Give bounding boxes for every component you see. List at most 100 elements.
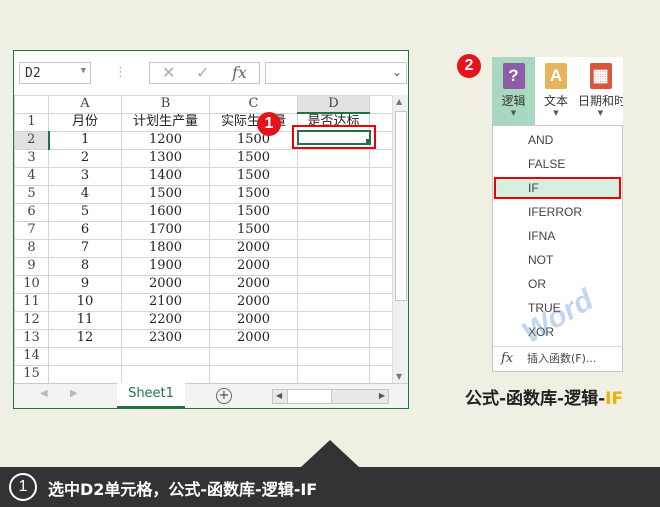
cell-d[interactable] [297,256,370,276]
scroll-thumb[interactable] [287,390,332,403]
cell-e[interactable] [369,238,393,258]
cancel-icon[interactable]: ✕ [162,63,175,82]
cell-e[interactable] [369,328,393,348]
cell-c[interactable]: 1500 [209,148,298,168]
cell-b[interactable]: 1900 [121,256,210,276]
cell-c[interactable]: 1500 [209,166,298,186]
cell-a[interactable]: 4 [48,184,122,204]
cell-d[interactable] [297,184,370,204]
cell-c[interactable]: 2000 [209,274,298,294]
cell-d[interactable] [297,346,370,366]
menu-item-not[interactable]: NOT [494,249,621,271]
cell-b[interactable]: 2000 [121,274,210,294]
cell-e[interactable] [369,148,393,168]
row-header[interactable]: 7 [14,220,49,240]
cell-b[interactable]: 1200 [121,130,210,150]
row-header[interactable]: 6 [14,202,49,222]
cell-d[interactable] [297,202,370,222]
cell-e[interactable] [369,256,393,276]
cell-a[interactable]: 3 [48,166,122,186]
cell-c[interactable]: 2000 [209,328,298,348]
row-header[interactable]: 9 [14,256,49,276]
cell-c[interactable]: 2000 [209,256,298,276]
cell-c[interactable]: 2000 [209,310,298,330]
menu-item-if[interactable]: IF [494,177,621,199]
cell-d[interactable] [297,328,370,348]
insert-function-item[interactable]: fx 插入函数(F)... [493,346,622,372]
prev-sheet-icon[interactable]: ◀ [40,388,48,399]
cell-e[interactable] [369,274,393,294]
chevron-down-icon[interactable]: ⌄ [392,65,402,79]
row-header[interactable]: 10 [14,274,49,294]
fill-handle[interactable] [366,139,371,144]
text-button[interactable]: A 文本 ▼ [536,57,576,125]
menu-item-iferror[interactable]: IFERROR [494,201,621,223]
cell-e[interactable] [369,346,393,366]
cell-c[interactable]: 1500 [209,130,298,150]
cell-c[interactable]: 1500 [209,220,298,240]
row-header[interactable]: 14 [14,346,49,366]
column-header-c[interactable]: C [209,95,298,114]
cell-d[interactable] [297,310,370,330]
cell-a[interactable]: 2 [48,148,122,168]
selected-cell-d2-highlight[interactable] [292,125,376,149]
cell-a[interactable] [48,346,122,366]
menu-item-and[interactable]: AND [494,129,621,151]
cell-b[interactable] [121,346,210,366]
row-header[interactable]: 8 [14,238,49,258]
scroll-thumb[interactable] [395,111,407,301]
row-header[interactable]: 12 [14,310,49,330]
cell-a[interactable]: 5 [48,202,122,222]
cell-d[interactable] [297,220,370,240]
cell-b[interactable]: 1700 [121,220,210,240]
cell-d[interactable] [297,238,370,258]
cell-c[interactable]: 实际生产量 [209,112,298,132]
name-box[interactable]: D2 ▼ [19,62,91,84]
tab-sheet1[interactable]: Sheet1 [117,383,185,408]
scroll-left-icon[interactable]: ◀ [276,391,282,400]
row-header[interactable]: 3 [14,148,49,168]
horizontal-scrollbar[interactable]: ◀ ▶ [272,389,389,404]
cell-d[interactable] [297,274,370,294]
date-time-button[interactable]: ▦ 日期和时 ▼ [578,57,623,125]
formula-input[interactable]: ⌄ [265,62,407,84]
menu-item-false[interactable]: FALSE [494,153,621,175]
column-header-b[interactable]: B [121,95,210,114]
cell-a[interactable]: 8 [48,256,122,276]
add-sheet-icon[interactable]: + [216,388,232,404]
row-header[interactable]: 13 [14,328,49,348]
row-header[interactable]: 1 [14,112,49,132]
row-header[interactable]: 15 [14,364,49,384]
column-header-e[interactable] [369,95,393,114]
cell-c[interactable]: 2000 [209,238,298,258]
cell-c[interactable]: 2000 [209,292,298,312]
chevron-down-icon[interactable]: ▼ [81,66,86,76]
column-header-a[interactable]: A [48,95,122,114]
menu-item-or[interactable]: OR [494,273,621,295]
row-header[interactable]: 4 [14,166,49,186]
logical-button[interactable]: ? 逻辑 ▼ [492,57,535,125]
cell-e[interactable] [369,202,393,222]
cell-a[interactable]: 10 [48,292,122,312]
cell-c[interactable]: 1500 [209,202,298,222]
cell-a[interactable]: 11 [48,310,122,330]
cell-e[interactable] [369,220,393,240]
cell-e[interactable] [369,364,393,384]
cell-a[interactable]: 7 [48,238,122,258]
cell-e[interactable] [369,166,393,186]
vertical-scrollbar[interactable]: ▲ ▼ [392,95,408,383]
select-all[interactable] [14,95,49,114]
cell-a[interactable]: 12 [48,328,122,348]
cell-a[interactable]: 6 [48,220,122,240]
cell-b[interactable]: 1600 [121,202,210,222]
cell-b[interactable]: 2200 [121,310,210,330]
cell-a[interactable] [48,364,122,384]
cell-e[interactable] [369,292,393,312]
menu-item-ifna[interactable]: IFNA [494,225,621,247]
scroll-up-icon[interactable]: ▲ [396,97,402,106]
row-header[interactable]: 5 [14,184,49,204]
column-header-d[interactable]: D [297,95,370,114]
cell-a[interactable]: 1 [48,130,122,150]
cell-a[interactable]: 月份 [48,112,122,132]
enter-icon[interactable]: ✓ [196,63,209,82]
